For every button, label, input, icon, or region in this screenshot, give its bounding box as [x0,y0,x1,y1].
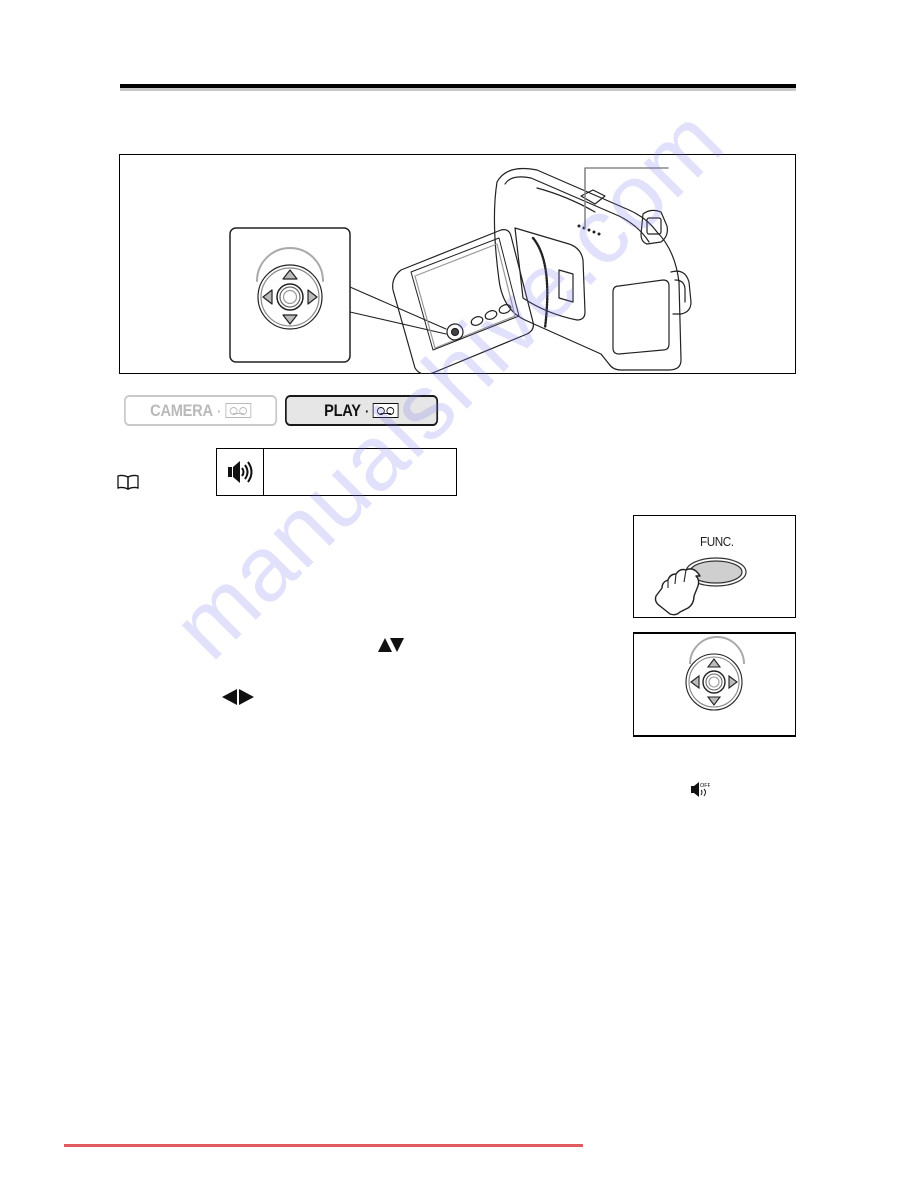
speaker-callout-line [584,167,669,229]
mode-play-separator: · [365,402,369,419]
mode-play-label: PLAY [324,400,361,420]
book-icon [117,474,139,490]
setting-value-cell [264,449,456,495]
joystick-icon [685,636,745,711]
func-button-figure: FUNC. [633,515,796,618]
tape-cassette-icon [373,403,399,418]
joystick-inset [229,227,351,363]
camcorder-illustration [229,167,692,374]
hand-pressing-button-icon [654,557,747,616]
mode-camera-badge: CAMERA · [124,395,278,426]
speaker-volume-icon [228,461,253,483]
footer-rule [64,1144,583,1147]
lcd-panel [392,229,534,374]
header-rule-shadow [120,88,796,91]
speaker-off-icon: OFF [691,782,710,797]
mode-play-badge: PLAY · [285,395,439,426]
svg-text:OFF: OFF [700,783,710,789]
setting-icon-cell [217,449,264,495]
joystick-figure [633,632,796,737]
left-right-arrows-icon [222,689,254,705]
setting-table [216,448,457,496]
mode-camera-separator: · [217,402,221,419]
up-down-arrows-icon [378,638,404,652]
tape-cassette-icon [225,403,251,418]
camcorder-body [493,167,692,371]
mode-camera-label: CAMERA [150,400,213,420]
